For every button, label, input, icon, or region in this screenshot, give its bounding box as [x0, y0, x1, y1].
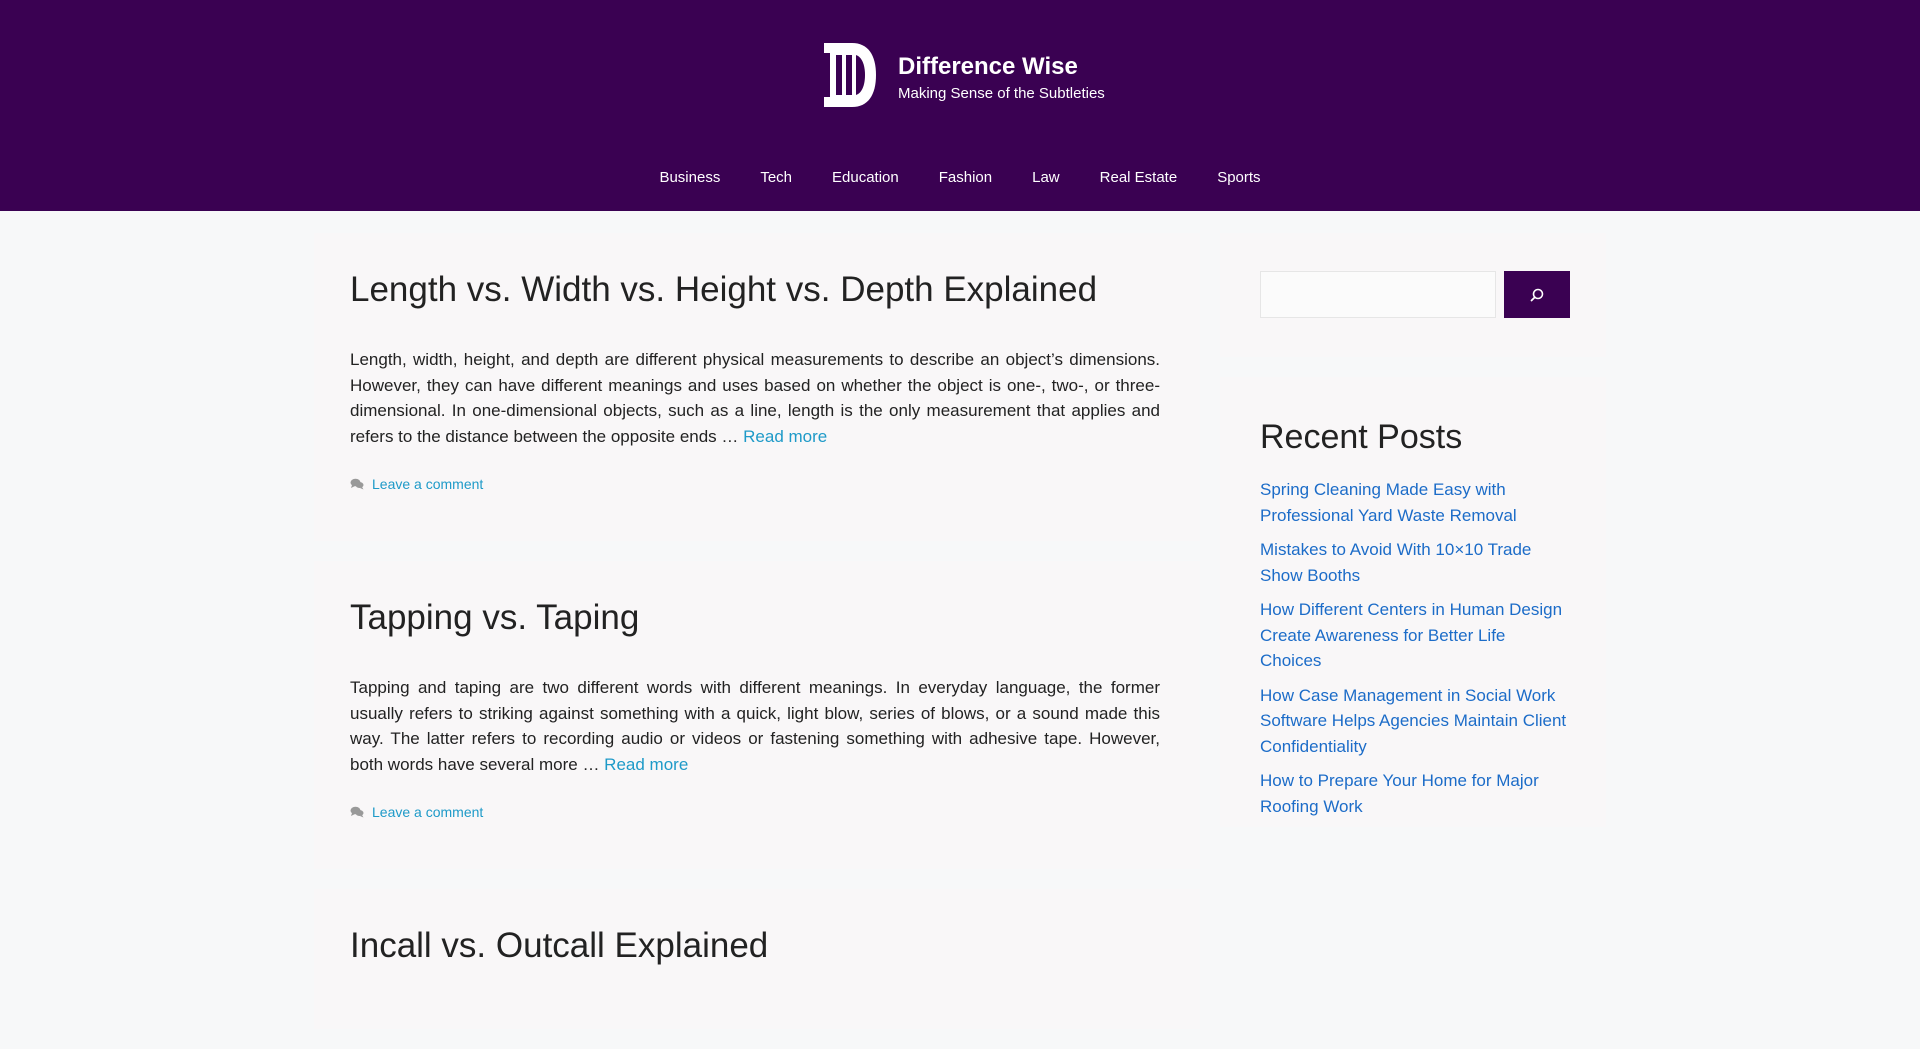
leave-comment-link[interactable]: Leave a comment	[372, 476, 483, 492]
post-title-link[interactable]: Incall vs. Outcall Explained	[350, 926, 768, 965]
post-excerpt-text: Tapping and taping are two different wor…	[350, 678, 1160, 774]
nav-item-real-estate[interactable]: Real Estate	[1080, 164, 1198, 192]
site-branding: Difference Wise Making Sense of the Subt…	[822, 41, 1105, 114]
search-icon	[1530, 288, 1544, 301]
post-title-link[interactable]: Tapping vs. Taping	[350, 598, 639, 637]
recent-posts-heading: Recent Posts	[1260, 418, 1463, 456]
list-item: Mistakes to Avoid With 10×10 Trade Show …	[1260, 537, 1570, 588]
search-widget	[1220, 233, 1606, 357]
read-more-link[interactable]: Read more	[604, 755, 688, 774]
nav-item-education[interactable]: Education	[812, 164, 919, 192]
site-header: Difference Wise Making Sense of the Subt…	[0, 0, 1920, 211]
recent-posts-list: Spring Cleaning Made Easy with Professio…	[1260, 477, 1570, 819]
leave-comment-link[interactable]: Leave a comment	[372, 804, 483, 820]
recent-post-link[interactable]: How Case Management in Social Work Softw…	[1260, 686, 1566, 756]
site-title-block: Difference Wise Making Sense of the Subt…	[898, 53, 1105, 102]
recent-post-link[interactable]: How Different Centers in Human Design Cr…	[1260, 600, 1562, 670]
read-more-link[interactable]: Read more	[743, 427, 827, 446]
post-title: Incall vs. Outcall Explained	[350, 925, 1160, 967]
recent-posts-widget: Recent Posts Spring Cleaning Made Easy w…	[1220, 377, 1606, 827]
main-navigation: Business Tech Education Fashion Law Real…	[0, 164, 1920, 192]
sidebar: Recent Posts Spring Cleaning Made Easy w…	[1220, 233, 1606, 847]
post-title: Length vs. Width vs. Height vs. Depth Ex…	[350, 269, 1160, 311]
site-logo-link[interactable]	[822, 41, 898, 114]
post-card: Incall vs. Outcall Explained	[314, 889, 1200, 1029]
comments-icon	[350, 806, 364, 818]
post-card: Tapping vs. Taping Tapping and taping ar…	[314, 561, 1200, 869]
post-meta: Leave a comment	[350, 804, 1160, 820]
post-meta: Leave a comment	[350, 476, 1160, 492]
recent-post-link[interactable]: Spring Cleaning Made Easy with Professio…	[1260, 480, 1517, 525]
main-content: Length vs. Width vs. Height vs. Depth Ex…	[314, 233, 1200, 1049]
site-tagline: Making Sense of the Subtleties	[898, 84, 1105, 102]
site-title[interactable]: Difference Wise	[898, 53, 1105, 82]
nav-item-business[interactable]: Business	[639, 164, 740, 192]
post-card: Length vs. Width vs. Height vs. Depth Ex…	[314, 233, 1200, 541]
nav-item-law[interactable]: Law	[1012, 164, 1080, 192]
stylized-d-logo-icon	[824, 43, 876, 107]
recent-post-link[interactable]: How to Prepare Your Home for Major Roofi…	[1260, 771, 1539, 816]
list-item: How to Prepare Your Home for Major Roofi…	[1260, 768, 1570, 819]
list-item: How Different Centers in Human Design Cr…	[1260, 597, 1570, 674]
list-item: How Case Management in Social Work Softw…	[1260, 683, 1570, 760]
comments-icon	[350, 478, 364, 490]
recent-post-link[interactable]: Mistakes to Avoid With 10×10 Trade Show …	[1260, 540, 1531, 585]
post-excerpt: Length, width, height, and depth are dif…	[350, 347, 1160, 449]
search-input[interactable]	[1260, 271, 1496, 318]
search-button[interactable]	[1504, 271, 1570, 318]
list-item: Spring Cleaning Made Easy with Professio…	[1260, 477, 1570, 528]
post-excerpt: Tapping and taping are two different wor…	[350, 675, 1160, 777]
nav-item-fashion[interactable]: Fashion	[919, 164, 1012, 192]
nav-item-tech[interactable]: Tech	[740, 164, 812, 192]
post-title: Tapping vs. Taping	[350, 597, 1160, 639]
post-title-link[interactable]: Length vs. Width vs. Height vs. Depth Ex…	[350, 270, 1097, 309]
nav-item-sports[interactable]: Sports	[1197, 164, 1280, 192]
